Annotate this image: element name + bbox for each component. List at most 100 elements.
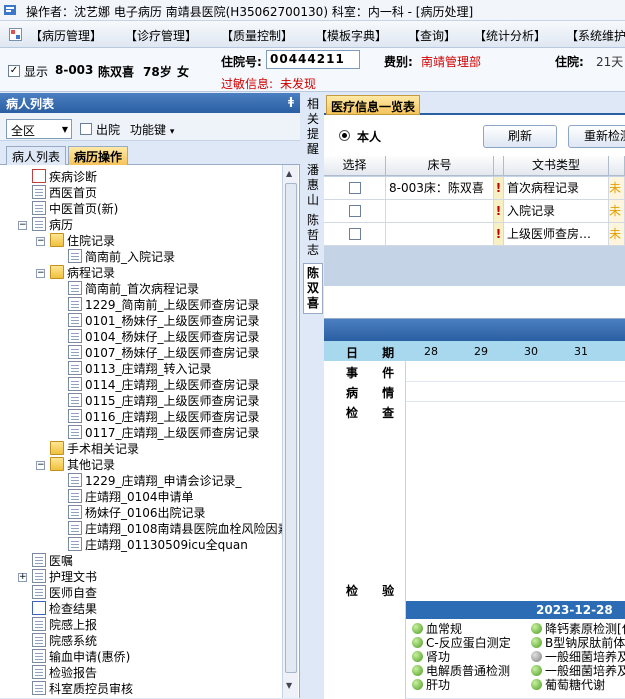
lab-item-label: 电解质普通检测 bbox=[426, 664, 511, 678]
bed-cell: 8-003床：陈双喜 bbox=[386, 177, 494, 200]
side-tab-patient-1[interactable]: 潘惠山 bbox=[303, 163, 323, 208]
tree-item[interactable]: 0115_庄靖翔_上级医师查房记录 bbox=[68, 393, 260, 409]
tree-item[interactable]: 输血申请(惠侨) bbox=[32, 649, 130, 665]
menu-system-maintenance[interactable]: 【系统维护 bbox=[566, 27, 625, 44]
menu-diagnosis-management[interactable]: 【诊疗管理】 bbox=[125, 27, 197, 44]
row-checkbox[interactable] bbox=[349, 228, 361, 240]
row-checkbox[interactable] bbox=[349, 182, 361, 194]
collapse-icon[interactable]: − bbox=[36, 269, 45, 278]
row-checkbox-cell[interactable] bbox=[324, 177, 386, 200]
document-icon bbox=[68, 409, 82, 423]
scrollbar-thumb[interactable] bbox=[285, 183, 297, 673]
tree-item[interactable]: 科室质控员审核 bbox=[32, 681, 133, 697]
lab-item[interactable]: 葡萄糖代谢 bbox=[531, 678, 605, 692]
lab-item[interactable]: B型钠尿肽前体 bbox=[531, 636, 625, 650]
tree-item[interactable]: 庄靖翔_01130509icu全quan bbox=[68, 537, 248, 553]
tab-medical-info[interactable]: 医疗信息一览表 bbox=[326, 95, 421, 115]
tree-item[interactable]: 简南前_首次病程记录 bbox=[68, 281, 199, 297]
tab-record-operations[interactable]: 病历操作 bbox=[68, 146, 129, 165]
menu-query[interactable]: 【查询】 bbox=[408, 27, 456, 44]
tree-item[interactable]: 0101_杨妹仔_上级医师查房记录 bbox=[68, 313, 260, 329]
tree-item[interactable]: 1229_庄靖翔_申请会诊记录_ bbox=[68, 473, 242, 489]
tree-item[interactable]: 其他记录 bbox=[50, 457, 115, 473]
side-tab-patient-2[interactable]: 陈哲志 bbox=[303, 213, 323, 258]
tree-item[interactable]: 0114_庄靖翔_上级医师查房记录 bbox=[68, 377, 260, 393]
tree-item[interactable]: 庄靖翔_0104申请单 bbox=[68, 489, 194, 505]
tree-item[interactable]: 0107_杨妹仔_上级医师查房记录 bbox=[68, 345, 260, 361]
tree-item[interactable]: 护理文书 bbox=[32, 569, 97, 585]
folder-icon bbox=[50, 265, 64, 279]
tree-item[interactable]: 手术相关记录 bbox=[50, 441, 139, 457]
tree-item[interactable]: 0116_庄靖翔_上级医师查房记录 bbox=[68, 409, 260, 425]
expand-icon[interactable]: + bbox=[18, 573, 27, 582]
chevron-down-icon: ▼ bbox=[61, 125, 68, 134]
row-checkbox[interactable] bbox=[349, 205, 361, 217]
collapse-icon[interactable]: − bbox=[18, 221, 27, 230]
patient-list-panel: 病人列表 ǂ 全区 ▼ 出院 功能键 ▾ 病人列表 病历操作 疾病诊断 西医首页中… bbox=[0, 93, 300, 698]
tree-item-label: 简南前_入院记录 bbox=[85, 250, 176, 264]
function-key-button[interactable]: 功能键 ▾ bbox=[130, 121, 174, 138]
edit-icon bbox=[32, 553, 46, 567]
document-icon bbox=[68, 361, 82, 375]
patient-age: 78岁 bbox=[143, 65, 172, 79]
tree-item[interactable]: 中医首页(新) bbox=[32, 201, 118, 217]
allergy-label: 过敏信息: bbox=[221, 77, 274, 91]
tree-item[interactable]: 西医首页 bbox=[32, 185, 97, 201]
tree-item[interactable]: 病程记录 bbox=[50, 265, 115, 281]
tree-item[interactable]: 院感上报 bbox=[32, 617, 97, 633]
status-dot-icon bbox=[531, 665, 542, 676]
menu-template-dictionary[interactable]: 【模板字典】 bbox=[315, 27, 387, 44]
warning-icon: ! bbox=[494, 200, 504, 223]
tree-scrollbar[interactable]: ▲ ▼ bbox=[282, 165, 298, 698]
row-checkbox-cell[interactable] bbox=[324, 223, 386, 246]
tab-patient-list[interactable]: 病人列表 bbox=[6, 146, 67, 165]
collapse-icon[interactable]: − bbox=[36, 237, 45, 246]
tree-item[interactable]: 简南前_入院记录 bbox=[68, 249, 175, 265]
show-checkbox[interactable]: ✓ bbox=[8, 65, 20, 77]
state-cell: 未 bbox=[609, 223, 625, 246]
lab-item[interactable]: 肾功 bbox=[412, 650, 450, 664]
tree-item[interactable]: 杨妹仔_0106出院记录 bbox=[68, 505, 206, 521]
lab-item[interactable]: 电解质普通检测 bbox=[412, 664, 510, 678]
show-label: 显示 bbox=[24, 65, 49, 79]
self-radio[interactable] bbox=[339, 130, 350, 141]
row-checkbox-cell[interactable] bbox=[324, 200, 386, 223]
scope-select[interactable]: 全区 ▼ bbox=[6, 119, 72, 139]
menu-quality-control[interactable]: 【质量控制】 bbox=[221, 27, 293, 44]
tree-item[interactable]: 住院记录 bbox=[50, 233, 115, 249]
tree-item[interactable]: 病历 bbox=[32, 217, 73, 233]
collapse-icon[interactable]: − bbox=[36, 461, 45, 470]
admission-number-field[interactable]: 00444211 bbox=[266, 50, 360, 69]
discharged-checkbox[interactable] bbox=[80, 123, 92, 135]
side-tab-reminder[interactable]: 相关提醒 bbox=[303, 97, 323, 157]
lab-item[interactable]: 一般细菌培养及 bbox=[531, 650, 625, 664]
tree-item[interactable]: 0113_庄靖翔_转入记录 bbox=[68, 361, 212, 377]
tree-item[interactable]: 1229_简南前_上级医师查房记录 bbox=[68, 297, 260, 313]
tree-item[interactable]: 医嘱 bbox=[32, 553, 73, 569]
document-icon bbox=[68, 313, 82, 327]
refresh-button[interactable]: 刷新 bbox=[483, 125, 557, 148]
pin-icon[interactable]: ǂ bbox=[288, 95, 294, 108]
tree-item[interactable]: 院感系统 bbox=[32, 633, 97, 649]
menu-statistics[interactable]: 【统计分析】 bbox=[474, 27, 546, 44]
lab-item[interactable]: 一般细菌培养及 bbox=[531, 664, 625, 678]
recheck-button[interactable]: 重新检测 bbox=[568, 125, 625, 148]
tree-item-label: 0116_庄靖翔_上级医师查房记录 bbox=[85, 410, 260, 424]
lab-item[interactable]: 血常规 bbox=[412, 622, 462, 636]
lab-item[interactable]: C-反应蛋白测定 bbox=[412, 636, 511, 650]
calendar-date-row: 日 期 28 29 30 31 bbox=[324, 341, 625, 361]
tree-item[interactable]: 庄靖翔_0108南靖县医院血栓风险因素 bbox=[68, 521, 282, 537]
tree-item[interactable]: 疾病诊断 bbox=[32, 169, 97, 185]
status-dot-icon bbox=[412, 651, 423, 662]
menu-record-management[interactable]: 【病历管理】 bbox=[30, 27, 102, 44]
tree-item[interactable]: 0117_庄靖翔_上级医师查房记录 bbox=[68, 425, 260, 441]
document-icon bbox=[68, 329, 82, 343]
menu-grid-icon[interactable] bbox=[9, 28, 22, 41]
lab-item[interactable]: 肝功 bbox=[412, 678, 450, 692]
lab-item[interactable]: 降钙素原检测[化 bbox=[531, 622, 625, 636]
side-tab-patient-3[interactable]: 陈双喜 bbox=[303, 263, 323, 314]
tree-item[interactable]: 检验报告 bbox=[32, 665, 97, 681]
tree-item[interactable]: 医师自查 bbox=[32, 585, 97, 601]
tree-item[interactable]: 检查结果 bbox=[32, 601, 97, 617]
tree-item[interactable]: 0104_杨妹仔_上级医师查房记录 bbox=[68, 329, 260, 345]
